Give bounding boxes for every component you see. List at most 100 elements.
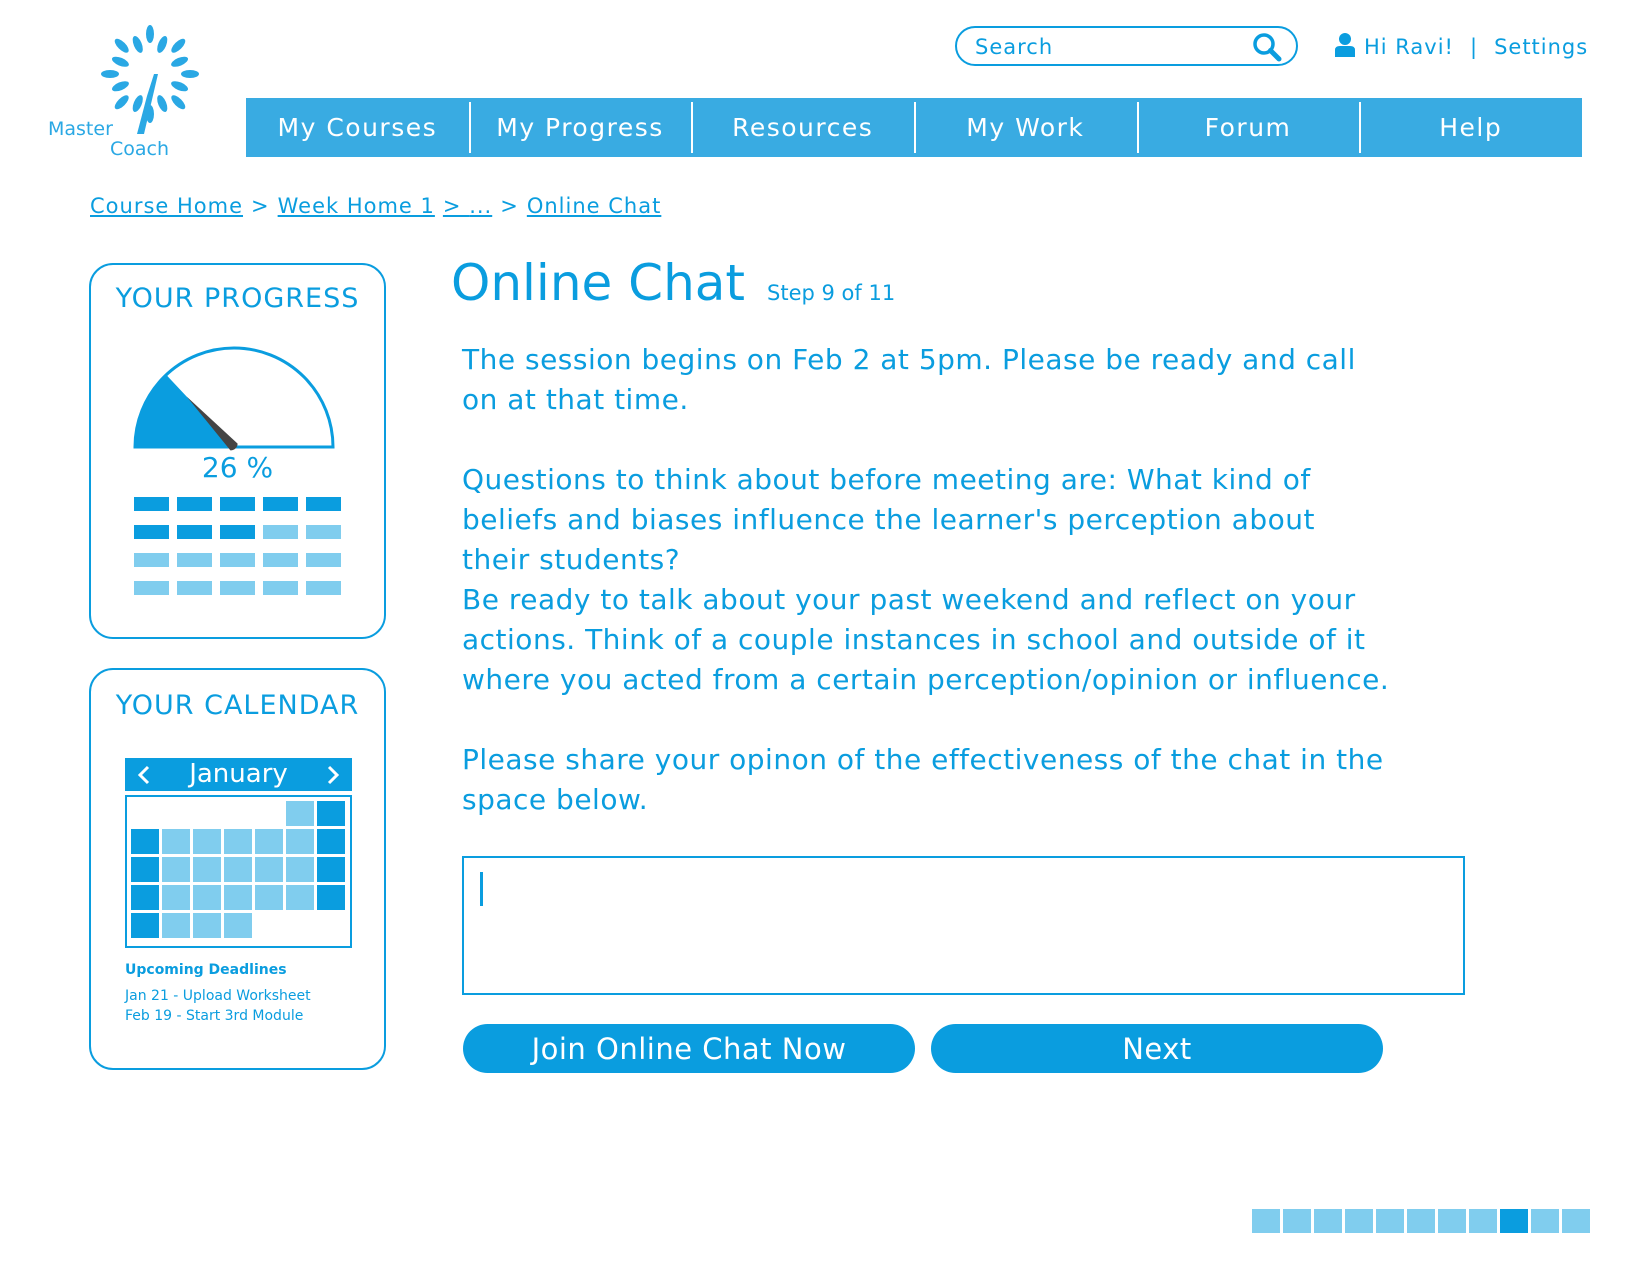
progress-cell — [306, 497, 341, 511]
calendar-day — [224, 801, 252, 826]
user-separator: | — [1469, 35, 1479, 59]
progress-cell — [220, 581, 255, 595]
deadlines-title: Upcoming Deadlines — [125, 962, 287, 978]
breadcrumb-week-home[interactable]: Week Home 1 — [278, 194, 435, 218]
calendar-day[interactable] — [224, 913, 252, 938]
paragraph-questions: Questions to think about before meeting … — [462, 463, 1315, 576]
calendar-day[interactable] — [224, 885, 252, 910]
logo-text-master: Master — [48, 118, 113, 140]
nav-my-courses[interactable]: My Courses — [246, 98, 469, 157]
progress-cell — [177, 497, 212, 511]
progress-cell — [177, 581, 212, 595]
calendar-day[interactable] — [162, 857, 190, 882]
calendar-day[interactable] — [317, 885, 345, 910]
progress-cell — [263, 525, 298, 539]
calendar-grid — [125, 795, 352, 948]
progress-cell — [306, 525, 341, 539]
step-box[interactable] — [1376, 1209, 1404, 1233]
breadcrumb-separator: > — [442, 194, 462, 218]
page-title: Online Chat — [451, 254, 746, 312]
user-greeting[interactable]: Hi Ravi! — [1364, 35, 1454, 59]
progress-cell — [134, 497, 169, 511]
step-box-current[interactable] — [1500, 1209, 1528, 1233]
step-box[interactable] — [1283, 1209, 1311, 1233]
step-box[interactable] — [1345, 1209, 1373, 1233]
breadcrumb-course-home[interactable]: Course Home — [90, 194, 243, 218]
calendar-day[interactable] — [131, 885, 159, 910]
calendar-day — [286, 913, 314, 938]
calendar-day[interactable] — [286, 857, 314, 882]
step-box[interactable] — [1252, 1209, 1280, 1233]
logo[interactable]: Master Coach — [48, 22, 218, 162]
breadcrumb-ellipsis-text: ... — [469, 194, 493, 218]
calendar-day[interactable] — [131, 857, 159, 882]
person-icon — [1335, 32, 1355, 62]
calendar-day[interactable] — [131, 913, 159, 938]
progress-grid — [134, 497, 341, 595]
step-box[interactable] — [1562, 1209, 1590, 1233]
progress-cell — [220, 553, 255, 567]
nav-resources[interactable]: Resources — [691, 98, 914, 157]
nav-forum[interactable]: Forum — [1136, 98, 1360, 157]
nav-my-progress[interactable]: My Progress — [468, 98, 692, 157]
join-chat-button[interactable]: Join Online Chat Now — [463, 1024, 915, 1073]
settings-link[interactable]: Settings — [1494, 35, 1588, 59]
step-box[interactable] — [1314, 1209, 1342, 1233]
progress-cell — [177, 525, 212, 539]
calendar-day[interactable] — [255, 829, 283, 854]
calendar-day[interactable] — [193, 913, 221, 938]
deadline-item[interactable]: Feb 19 - Start 3rd Module — [125, 1008, 303, 1024]
calendar-day[interactable] — [255, 885, 283, 910]
progress-cell — [134, 525, 169, 539]
paragraph-share: Please share your opinon of the effectiv… — [462, 743, 1384, 816]
calendar-day[interactable] — [162, 885, 190, 910]
progress-gauge — [133, 346, 335, 451]
progress-cell — [306, 553, 341, 567]
progress-cell — [263, 497, 298, 511]
progress-cell — [263, 581, 298, 595]
nav-help[interactable]: Help — [1359, 98, 1582, 157]
calendar-day[interactable] — [317, 801, 345, 826]
calendar-day[interactable] — [286, 829, 314, 854]
calendar-days — [131, 801, 345, 938]
calendar-day[interactable] — [255, 857, 283, 882]
search-icon[interactable] — [1252, 32, 1282, 66]
calendar-day[interactable] — [224, 829, 252, 854]
progress-cell — [134, 553, 169, 567]
calendar-day[interactable] — [193, 885, 221, 910]
step-box[interactable] — [1531, 1209, 1559, 1233]
calendar-day[interactable] — [193, 857, 221, 882]
calendar-day[interactable] — [162, 913, 190, 938]
breadcrumb-ellipsis[interactable]: > ... — [443, 194, 492, 218]
calendar-day — [317, 913, 345, 938]
step-indicator: Step 9 of 11 — [767, 281, 896, 305]
chevron-left-icon[interactable] — [129, 758, 159, 791]
calendar-day[interactable] — [224, 857, 252, 882]
calendar-day — [162, 801, 190, 826]
calendar-day[interactable] — [162, 829, 190, 854]
page-heading: Online Chat Step 9 of 11 — [451, 254, 895, 312]
calendar-day[interactable] — [193, 829, 221, 854]
chevron-right-icon[interactable] — [318, 758, 348, 791]
step-box[interactable] — [1469, 1209, 1497, 1233]
response-box — [462, 856, 1465, 995]
progress-cell — [306, 581, 341, 595]
search-input[interactable] — [973, 32, 1247, 62]
next-button[interactable]: Next — [931, 1024, 1383, 1073]
deadline-item[interactable]: Jan 21 - Upload Worksheet — [125, 988, 311, 1004]
calendar-title: YOUR CALENDAR — [115, 690, 360, 721]
calendar-day[interactable] — [317, 857, 345, 882]
step-box[interactable] — [1407, 1209, 1435, 1233]
breadcrumb-online-chat[interactable]: Online Chat — [527, 194, 662, 218]
progress-cell — [134, 581, 169, 595]
calendar-card: YOUR CALENDAR January Upcoming Deadlines… — [89, 668, 386, 1070]
breadcrumb-separator: > — [251, 194, 270, 218]
response-input[interactable] — [472, 866, 1455, 985]
calendar-day[interactable] — [317, 829, 345, 854]
calendar-day[interactable] — [286, 801, 314, 826]
nav-my-work[interactable]: My Work — [914, 98, 1137, 157]
calendar-day[interactable] — [286, 885, 314, 910]
calendar-day — [193, 801, 221, 826]
calendar-day[interactable] — [131, 829, 159, 854]
step-box[interactable] — [1438, 1209, 1466, 1233]
